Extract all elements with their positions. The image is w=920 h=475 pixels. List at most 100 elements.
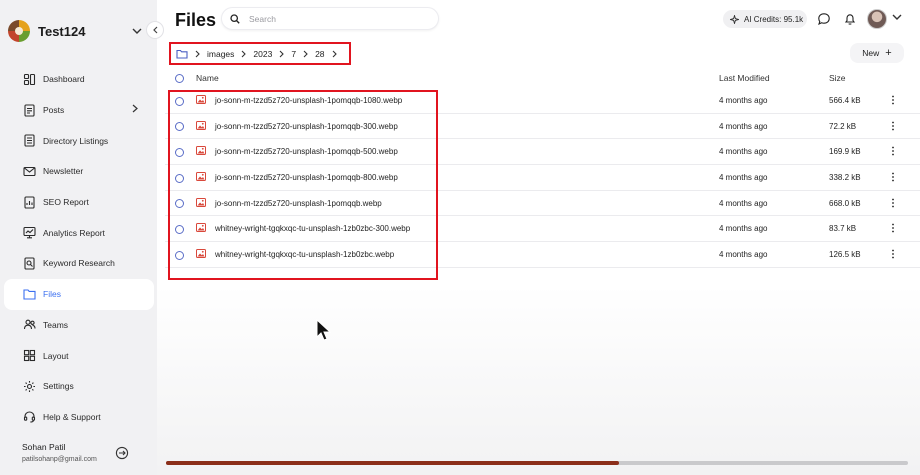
sidebar-item-label: Analytics Report bbox=[43, 227, 105, 238]
table-row[interactable]: jo-sonn-m-tzzd5z720-unsplash-1pomqqb-300… bbox=[165, 114, 920, 140]
file-modified: 4 months ago bbox=[719, 96, 768, 105]
more-vertical-icon[interactable] bbox=[890, 223, 896, 233]
table-row[interactable]: jo-sonn-m-tzzd5z720-unsplash-1pomqqb-800… bbox=[165, 165, 920, 191]
page-title: Files bbox=[175, 10, 217, 30]
file-modified: 4 months ago bbox=[719, 173, 768, 183]
row-checkbox[interactable] bbox=[175, 250, 184, 260]
sidebar-item-label: SEO Report bbox=[43, 197, 89, 208]
sidebar-item-analytics-report[interactable]: Analytics Report bbox=[4, 217, 154, 248]
bell-icon[interactable] bbox=[843, 12, 857, 26]
table-header: Name Last Modified Size bbox=[165, 68, 920, 88]
more-vertical-icon[interactable] bbox=[890, 121, 896, 131]
breadcrumb-item[interactable]: images bbox=[207, 49, 234, 59]
analytics-icon bbox=[23, 226, 36, 239]
sidebar-item-settings[interactable]: Settings bbox=[4, 371, 154, 402]
ai-credits-badge[interactable]: AI Credits: 95.1k bbox=[723, 10, 807, 28]
row-checkbox[interactable] bbox=[175, 199, 184, 209]
chevron-down-icon[interactable] bbox=[892, 14, 902, 20]
sidebar-item-files[interactable]: Files bbox=[4, 278, 154, 310]
row-checkbox[interactable] bbox=[175, 173, 184, 183]
file-name[interactable]: jo-sonn-m-tzzd5z720-unsplash-1pomqqb-108… bbox=[215, 96, 402, 105]
posts-icon bbox=[23, 103, 36, 117]
sidebar-item-newsletter[interactable]: Newsletter bbox=[4, 156, 154, 187]
video-progress-bar[interactable] bbox=[166, 461, 908, 465]
chevron-down-icon bbox=[130, 24, 144, 38]
sidebar-item-directory-listings[interactable]: Directory Listings bbox=[4, 125, 154, 156]
more-vertical-icon[interactable] bbox=[890, 146, 896, 156]
breadcrumb-item[interactable]: 2023 bbox=[253, 49, 272, 59]
sidebar-item-teams[interactable]: Teams bbox=[4, 310, 154, 341]
image-file-icon bbox=[196, 172, 206, 182]
sidebar-item-help-support[interactable]: Help & Support bbox=[4, 402, 154, 433]
sidebar-item-label: Newsletter bbox=[43, 166, 84, 177]
sparkle-icon bbox=[730, 14, 739, 24]
breadcrumb-item[interactable]: 7 bbox=[291, 49, 296, 59]
file-size: 83.7 kB bbox=[829, 224, 857, 234]
seo-icon bbox=[23, 196, 36, 209]
file-name[interactable]: jo-sonn-m-tzzd5z720-unsplash-1pomqqb-800… bbox=[215, 173, 398, 182]
new-button[interactable]: New + bbox=[850, 43, 904, 63]
more-vertical-icon[interactable] bbox=[890, 198, 896, 208]
headset-icon bbox=[23, 410, 36, 423]
logout-icon[interactable] bbox=[115, 446, 129, 460]
table-row[interactable]: whitney-wright-tgqkxqc-tu-unsplash-1zb0z… bbox=[165, 242, 920, 268]
search-input[interactable] bbox=[249, 13, 419, 24]
file-name[interactable]: whitney-wright-tgqkxqc-tu-unsplash-1zb0z… bbox=[215, 224, 410, 233]
file-name[interactable]: jo-sonn-m-tzzd5z720-unsplash-1pomqqb-500… bbox=[215, 147, 398, 156]
sidebar-item-dashboard[interactable]: Dashboard bbox=[4, 64, 154, 95]
row-checkbox[interactable] bbox=[175, 96, 184, 106]
collapse-sidebar-button[interactable] bbox=[146, 21, 164, 39]
user-email: patilsohanp@gmail.com bbox=[22, 456, 97, 463]
avatar[interactable] bbox=[867, 9, 887, 29]
file-size: 169.9 kB bbox=[829, 147, 861, 157]
file-name[interactable]: whitney-wright-tgqkxqc-tu-unsplash-1zb0z… bbox=[215, 250, 394, 259]
row-checkbox[interactable] bbox=[175, 147, 184, 157]
chevron-right-icon bbox=[332, 50, 337, 58]
file-modified: 4 months ago bbox=[719, 147, 768, 157]
breadcrumb-item[interactable]: 28 bbox=[315, 49, 324, 59]
mouse-cursor-icon bbox=[316, 319, 332, 341]
file-name[interactable]: jo-sonn-m-tzzd5z720-unsplash-1pomqqb-300… bbox=[215, 122, 398, 131]
search-box[interactable] bbox=[221, 7, 439, 30]
table-row[interactable]: jo-sonn-m-tzzd5z720-unsplash-1pomqqb-500… bbox=[165, 139, 920, 166]
sidebar-item-label: Teams bbox=[43, 319, 69, 330]
sidebar-item-label: Directory Listings bbox=[43, 135, 109, 146]
mail-icon bbox=[23, 165, 36, 178]
sidebar-nav: Dashboard Posts Directory Listings Newslett… bbox=[4, 64, 154, 432]
workspace-logo bbox=[8, 20, 30, 42]
file-size: 126.5 kB bbox=[829, 250, 861, 260]
chat-icon[interactable] bbox=[817, 12, 831, 26]
folder-icon bbox=[23, 288, 36, 301]
sidebar-item-posts[interactable]: Posts bbox=[4, 95, 154, 126]
teams-icon bbox=[23, 318, 36, 331]
table-row[interactable]: jo-sonn-m-tzzd5z720-unsplash-1pomqqb.web… bbox=[165, 191, 920, 217]
directory-icon bbox=[23, 134, 36, 147]
more-vertical-icon[interactable] bbox=[890, 95, 896, 105]
select-all-checkbox[interactable] bbox=[175, 73, 184, 83]
file-modified: 4 months ago bbox=[719, 198, 768, 208]
row-checkbox[interactable] bbox=[175, 122, 184, 132]
breadcrumb: images 2023 7 28 bbox=[169, 42, 351, 65]
workspace-switcher[interactable]: Test124 bbox=[8, 18, 144, 44]
sidebar-item-label: Keyword Research bbox=[43, 258, 115, 269]
table-row[interactable]: jo-sonn-m-tzzd5z720-unsplash-1pomqqb-108… bbox=[165, 88, 920, 114]
column-size[interactable]: Size bbox=[829, 73, 846, 83]
sidebar-item-layout[interactable]: Layout bbox=[4, 340, 154, 371]
column-name[interactable]: Name bbox=[196, 73, 219, 83]
sidebar-item-label: Dashboard bbox=[43, 74, 85, 85]
folder-icon[interactable] bbox=[176, 49, 188, 59]
sidebar-item-label: Help & Support bbox=[43, 411, 101, 422]
chevron-right-icon bbox=[132, 104, 138, 113]
more-vertical-icon[interactable] bbox=[890, 249, 896, 259]
table-row[interactable]: whitney-wright-tgqkxqc-tu-unsplash-1zb0z… bbox=[165, 216, 920, 243]
file-name[interactable]: jo-sonn-m-tzzd5z720-unsplash-1pomqqb.web… bbox=[215, 199, 382, 208]
sidebar-item-keyword-research[interactable]: Keyword Research bbox=[4, 248, 154, 279]
file-modified: 4 months ago bbox=[719, 121, 768, 131]
column-last-modified[interactable]: Last Modified bbox=[719, 73, 770, 83]
row-checkbox[interactable] bbox=[175, 224, 184, 234]
sidebar-item-label: Settings bbox=[43, 381, 74, 392]
sidebar-item-seo-report[interactable]: SEO Report bbox=[4, 187, 154, 218]
more-vertical-icon[interactable] bbox=[890, 172, 896, 182]
search-icon bbox=[230, 13, 240, 24]
file-size: 566.4 kB bbox=[829, 96, 861, 105]
